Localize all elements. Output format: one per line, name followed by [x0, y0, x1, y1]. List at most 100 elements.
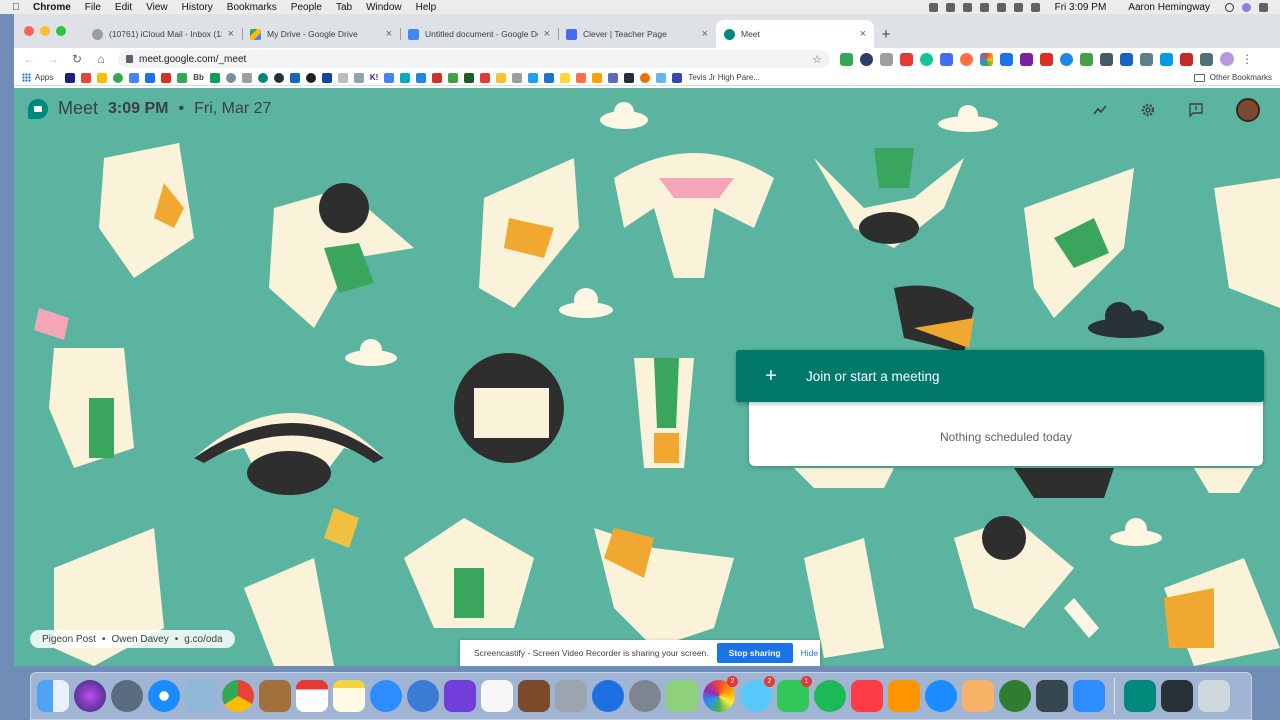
bookmark-icon[interactable]: [576, 72, 587, 83]
extension-icon[interactable]: [1200, 52, 1213, 66]
close-tab-icon[interactable]: ×: [544, 28, 550, 40]
imovie-icon[interactable]: [444, 680, 476, 712]
preview-icon[interactable]: [185, 680, 217, 712]
join-or-start-meeting-button[interactable]: + Join or start a meeting: [736, 350, 1264, 402]
screen-recorder-icon[interactable]: [1161, 680, 1193, 712]
launchpad-icon[interactable]: [111, 680, 143, 712]
home-icon[interactable]: ⌂: [94, 52, 108, 66]
menu-tab[interactable]: Tab: [329, 2, 359, 13]
bookmark-icon[interactable]: [448, 72, 459, 83]
music-icon[interactable]: [851, 680, 883, 712]
screenshot-icon[interactable]: [555, 680, 587, 712]
gmail-bookmark-icon[interactable]: [161, 72, 172, 83]
bookmark-icon[interactable]: [400, 72, 411, 83]
tab-google-drive[interactable]: My Drive - Google Drive ×: [242, 20, 400, 48]
amazon-bookmark-icon[interactable]: [624, 72, 635, 83]
bookmark-icon[interactable]: [512, 72, 523, 83]
apple-icon[interactable]: : [12, 2, 26, 13]
maps-icon[interactable]: [666, 680, 698, 712]
tab-icloud-mail[interactable]: (10761) iCloud Mail - Inbox (13 ×: [84, 20, 242, 48]
chrome-icon[interactable]: [222, 680, 254, 712]
extension-icon[interactable]: [1000, 52, 1013, 66]
microphone-icon[interactable]: [928, 2, 938, 12]
bookmark-icon[interactable]: [81, 72, 92, 83]
classroom-bookmark-icon[interactable]: [209, 72, 220, 83]
wifi-explorer-icon[interactable]: [407, 680, 439, 712]
volume-icon[interactable]: [996, 2, 1006, 12]
address-bar[interactable]: meet.google.com/_meet ☆: [118, 50, 830, 68]
bookmark-icon[interactable]: [289, 72, 300, 83]
menu-help[interactable]: Help: [409, 2, 444, 13]
zoom-status-icon[interactable]: [945, 2, 955, 12]
tab-meet[interactable]: Meet ×: [716, 20, 874, 48]
bookmark-icon[interactable]: [321, 72, 332, 83]
reminders-icon[interactable]: [481, 680, 513, 712]
bookmark-icon[interactable]: [225, 72, 236, 83]
menu-bookmarks[interactable]: Bookmarks: [220, 2, 284, 13]
bookmark-apps[interactable]: Apps: [22, 73, 53, 82]
calendar-bookmark-icon[interactable]: [145, 72, 156, 83]
calendar-icon[interactable]: [296, 680, 328, 712]
bookmark-icon[interactable]: [432, 72, 443, 83]
close-tab-icon[interactable]: ×: [702, 28, 708, 40]
menu-window[interactable]: Window: [359, 2, 409, 13]
app-store-icon[interactable]: [925, 680, 957, 712]
extension-icon[interactable]: [1020, 52, 1033, 66]
close-tab-icon[interactable]: ×: [860, 28, 866, 40]
bookmark-icon[interactable]: [65, 72, 76, 83]
extension-icon[interactable]: [1120, 52, 1133, 66]
zoom-app-icon[interactable]: [370, 680, 402, 712]
close-tab-icon[interactable]: ×: [386, 28, 392, 40]
bookmark-icon[interactable]: [656, 72, 667, 83]
other-bookmarks[interactable]: Other Bookmarks: [1193, 73, 1272, 82]
minimize-window-button[interactable]: [40, 26, 50, 36]
menu-user[interactable]: Aaron Hemingway: [1121, 2, 1217, 13]
safari-icon[interactable]: [148, 680, 180, 712]
extension-icon[interactable]: [1080, 52, 1093, 66]
bookmark-icon[interactable]: [337, 72, 348, 83]
bookmark-icon[interactable]: [305, 72, 316, 83]
maps-bookmark-icon[interactable]: [177, 72, 188, 83]
blackboard-bookmark[interactable]: Bb: [193, 73, 204, 82]
bookmark-icon[interactable]: [273, 72, 284, 83]
maximize-window-button[interactable]: [56, 26, 66, 36]
messages-icon[interactable]: 2: [740, 676, 775, 712]
meet-product-name[interactable]: Meet: [58, 98, 98, 119]
menu-file[interactable]: File: [78, 2, 108, 13]
facetime-icon[interactable]: 1: [777, 676, 812, 712]
url-text[interactable]: meet.google.com/_meet: [139, 54, 806, 65]
credit-link[interactable]: g.co/oda: [184, 634, 222, 645]
close-window-button[interactable]: [24, 26, 34, 36]
bookmark-icon[interactable]: [592, 72, 603, 83]
bookmark-icon[interactable]: [480, 72, 491, 83]
meet-logo-icon[interactable]: [28, 98, 48, 119]
menu-history[interactable]: History: [175, 2, 220, 13]
spotlight-search-icon[interactable]: [1225, 2, 1234, 12]
bookmark-icon[interactable]: [97, 72, 108, 83]
extension-icon[interactable]: [980, 52, 993, 66]
siri-icon[interactable]: [74, 680, 106, 712]
audio-app-icon[interactable]: [1036, 680, 1068, 712]
drive-extension-icon[interactable]: [840, 52, 853, 66]
menu-clock[interactable]: Fri 3:09 PM: [1048, 2, 1114, 13]
stop-sharing-button[interactable]: Stop sharing: [716, 643, 793, 663]
zoom-dock-icon[interactable]: [1073, 680, 1105, 712]
bookmark-icon[interactable]: [353, 72, 364, 83]
gmail-extension-icon[interactable]: [1040, 52, 1053, 66]
extension-icon[interactable]: [900, 52, 913, 66]
extension-icon[interactable]: [1140, 52, 1153, 66]
menu-view[interactable]: View: [139, 2, 175, 13]
kami-extension-icon[interactable]: [860, 52, 873, 66]
menu-chrome[interactable]: Chrome: [26, 2, 78, 13]
airplay-icon[interactable]: [1030, 2, 1040, 12]
notification-center-icon[interactable]: [1259, 2, 1268, 12]
photos-icon[interactable]: 2: [703, 676, 738, 712]
extension-icon[interactable]: [1060, 52, 1073, 66]
sync-icon[interactable]: [979, 2, 989, 12]
finder-icon[interactable]: [37, 680, 69, 712]
bookmark-icon[interactable]: [241, 72, 252, 83]
forward-arrow-icon[interactable]: →: [46, 52, 60, 66]
back-arrow-icon[interactable]: ←: [22, 52, 36, 66]
quality-trend-icon[interactable]: [1092, 102, 1108, 118]
settings-gear-icon[interactable]: [1140, 102, 1156, 118]
